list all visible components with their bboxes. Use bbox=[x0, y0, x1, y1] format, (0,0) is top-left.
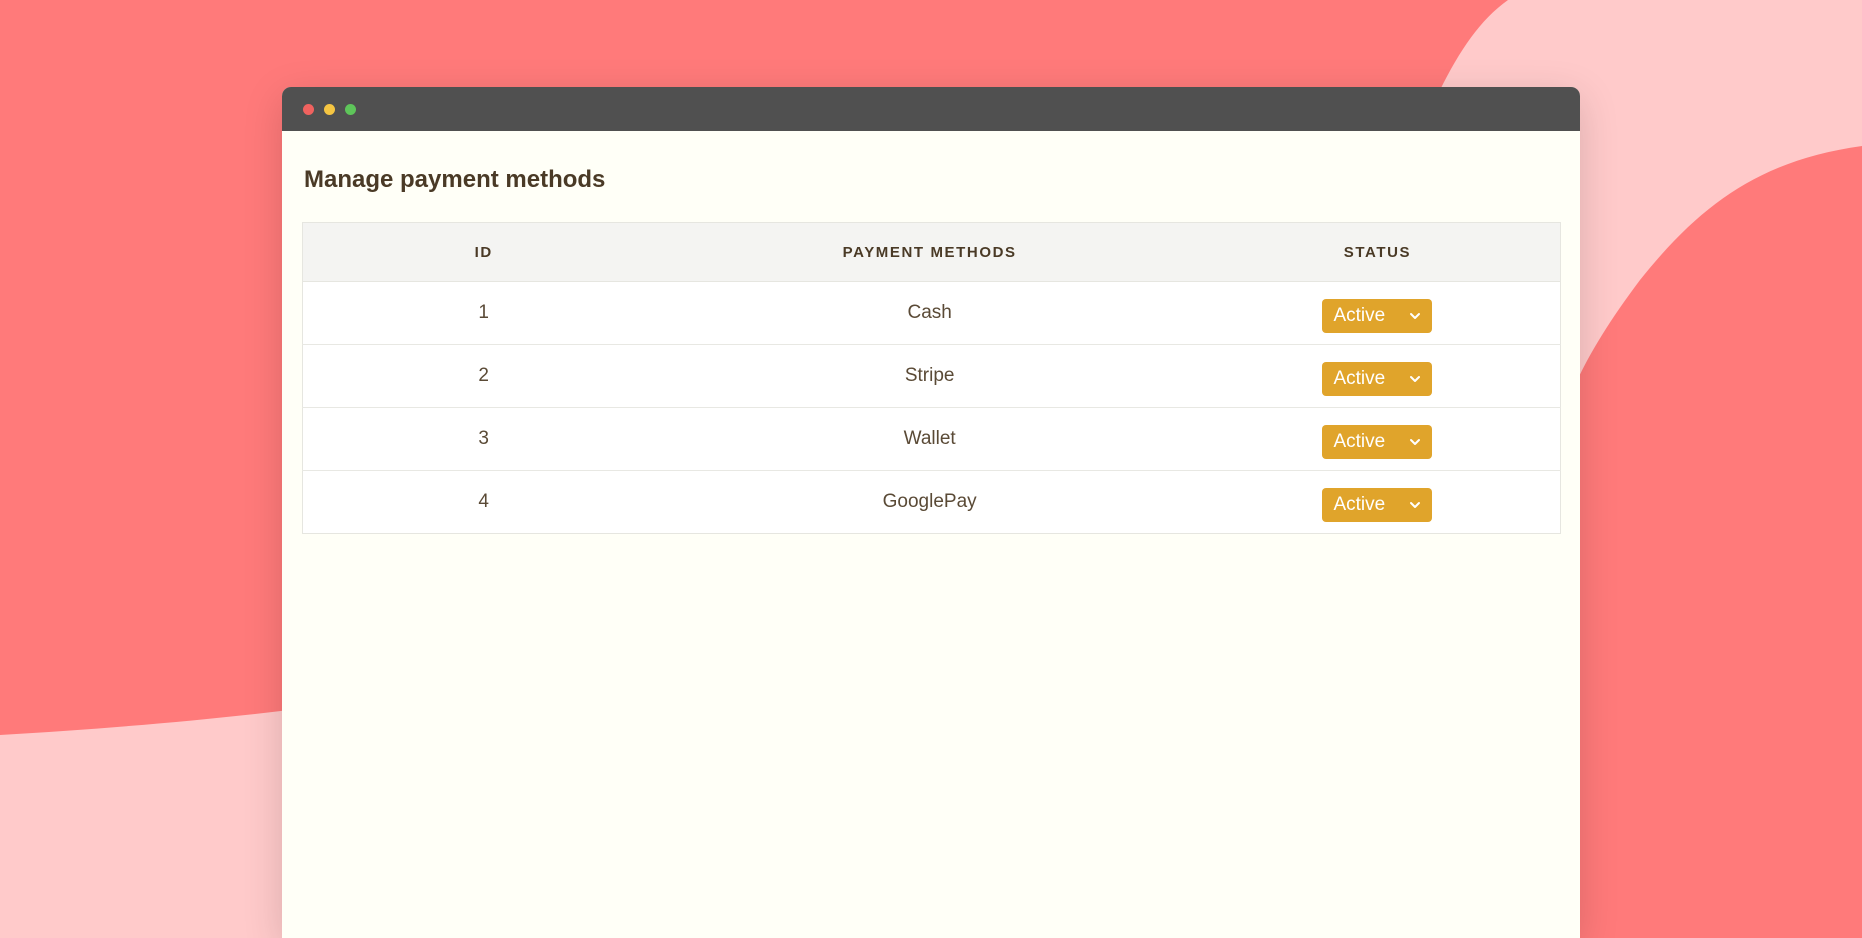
status-dropdown-value: Active bbox=[1333, 494, 1386, 515]
row-payment-method: Stripe bbox=[664, 344, 1195, 408]
window-maximize-button[interactable] bbox=[345, 103, 356, 115]
row-status-cell: Active bbox=[1195, 471, 1561, 534]
status-dropdown[interactable]: Active bbox=[1322, 362, 1433, 396]
row-status-cell: Active bbox=[1194, 407, 1561, 471]
app-window: Manage payment methods ID PAYMENT METHOD… bbox=[282, 87, 1580, 938]
window-minimize-button[interactable] bbox=[324, 103, 335, 115]
row-payment-method: GooglePay bbox=[882, 491, 977, 512]
row-status-cell: Active bbox=[1194, 281, 1561, 345]
main-content: Manage payment methods ID PAYMENT METHOD… bbox=[282, 131, 1580, 534]
status-dropdown-value: Active bbox=[1333, 368, 1386, 389]
row-status-cell: Active bbox=[1194, 344, 1561, 408]
status-dropdown-value: Active bbox=[1333, 431, 1386, 452]
page-title: Manage payment methods bbox=[304, 166, 606, 193]
status-dropdown-value: Active bbox=[1333, 305, 1386, 326]
payment-methods-table: ID PAYMENT METHODS STATUS 1 Cash Active bbox=[302, 222, 1561, 534]
status-dropdown[interactable]: Active bbox=[1322, 299, 1433, 333]
row-id: 2 bbox=[302, 344, 665, 408]
column-header-payment-methods: PAYMENT METHODS bbox=[664, 222, 1195, 282]
chevron-down-icon bbox=[1410, 376, 1421, 382]
status-dropdown[interactable]: Active bbox=[1322, 488, 1433, 522]
status-dropdown[interactable]: Active bbox=[1322, 425, 1433, 459]
row-id: 1 bbox=[302, 281, 665, 345]
column-header-status: STATUS bbox=[1194, 222, 1561, 282]
table-row: 1 Cash Active bbox=[302, 281, 1561, 345]
row-payment-method: Wallet bbox=[664, 407, 1195, 471]
table-header: ID PAYMENT METHODS STATUS bbox=[302, 222, 1561, 282]
row-id: 4 bbox=[478, 491, 489, 512]
chevron-down-icon bbox=[1410, 439, 1421, 445]
table-row: 2 Stripe Active bbox=[302, 344, 1561, 408]
window-close-button[interactable] bbox=[303, 103, 314, 115]
table-row: 3 Wallet Active bbox=[302, 407, 1561, 471]
row-payment-method: Cash bbox=[664, 281, 1195, 345]
chevron-down-icon bbox=[1410, 313, 1421, 319]
table-row: 4 GooglePay Active bbox=[303, 471, 1561, 534]
table-body: 1 Cash Active 2 Stripe Active 3 Wallet A… bbox=[302, 281, 1561, 534]
window-titlebar bbox=[282, 87, 1580, 131]
table-header-row: ID PAYMENT METHODS STATUS bbox=[302, 222, 1561, 282]
row-id: 3 bbox=[302, 407, 665, 471]
chevron-down-icon bbox=[1410, 502, 1421, 508]
column-header-id: ID bbox=[302, 222, 665, 282]
